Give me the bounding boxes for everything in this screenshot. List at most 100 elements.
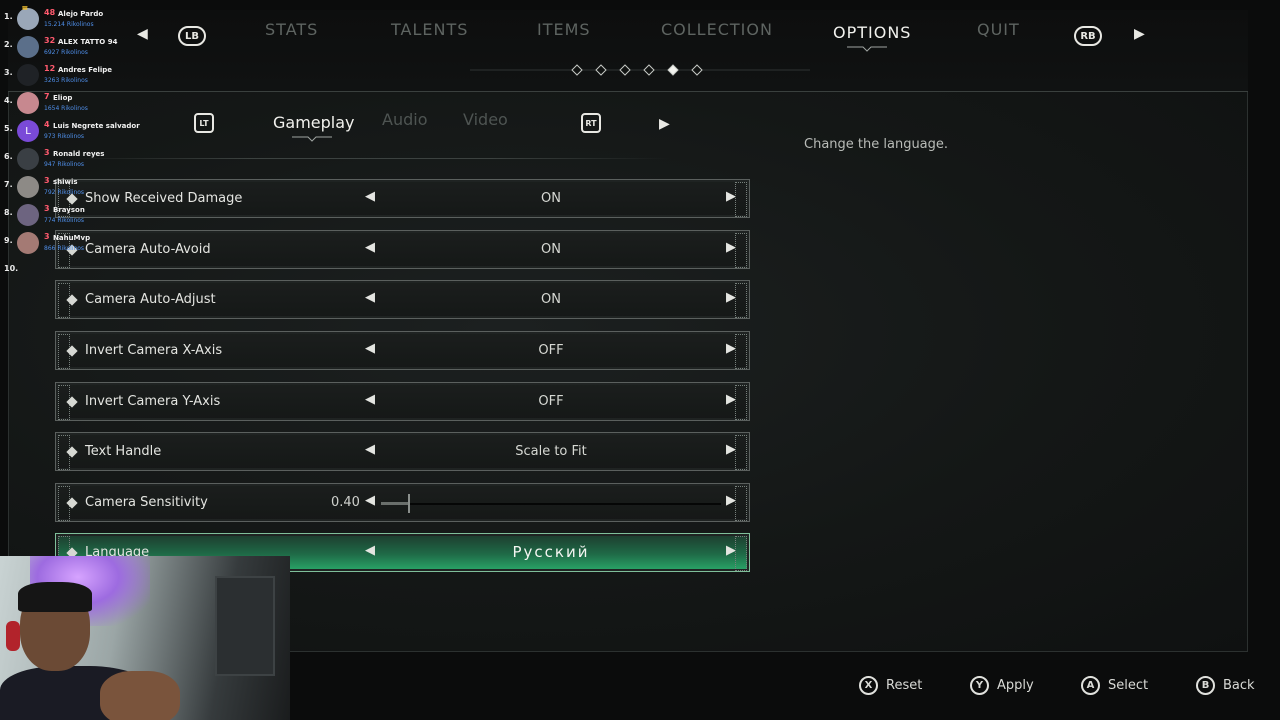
rb-button[interactable]: RB [1074, 26, 1102, 46]
apply-hint[interactable]: Y Apply [970, 676, 1034, 695]
page-dot [571, 64, 583, 76]
subnav-next-arrow-icon[interactable]: ▶ [659, 116, 670, 132]
decrease-arrow-icon[interactable]: ◀ [365, 290, 375, 305]
leaderboard-rank: 9. [4, 236, 13, 245]
hint-label: Apply [997, 678, 1034, 693]
slider-handle[interactable] [408, 494, 411, 513]
leaderboard-name: NahuMvp [53, 234, 91, 242]
setting-row-show-received-damage[interactable]: Show Received Damage ◀ ON ▶ [55, 179, 750, 218]
leaderboard-name: ALEX TATTO 94 [58, 38, 118, 46]
diamond-bullet-icon [66, 396, 78, 408]
leaderboard-row: 3. 12 Andres Felipe 3263 Rikolinos [0, 62, 140, 90]
lb-button[interactable]: LB [178, 26, 206, 46]
increase-arrow-icon[interactable]: ▶ [726, 493, 736, 508]
webcam-overlay [0, 556, 290, 720]
slider-value: 0.40 [331, 495, 360, 510]
slider-fill [381, 502, 409, 505]
decrease-arrow-icon[interactable]: ◀ [365, 392, 375, 407]
leaderboard-name: Eliop [53, 94, 73, 102]
increase-arrow-icon[interactable]: ▶ [726, 341, 736, 356]
reset-hint[interactable]: X Reset [859, 676, 922, 695]
leaderboard-points: 792 Rikolinos [44, 189, 85, 196]
leaderboard-points: 15.214 Rikolinos [44, 21, 94, 28]
leaderboard-rank: 8. [4, 208, 13, 217]
leaderboard-points: 6927 Rikolinos [44, 49, 88, 56]
setting-row-text-handle[interactable]: Text Handle ◀ Scale to Fit ▶ [55, 432, 750, 471]
decrease-arrow-icon[interactable]: ◀ [365, 189, 375, 204]
increase-arrow-icon[interactable]: ▶ [726, 442, 736, 457]
decrease-arrow-icon[interactable]: ◀ [365, 341, 375, 356]
setting-label: Camera Auto-Adjust [85, 292, 216, 307]
tab-talents[interactable]: TALENTS [391, 20, 468, 39]
leaderboard-row: 9. 3 NahuMvp 866 Rikolinos [0, 230, 140, 258]
subtab-audio[interactable]: Audio [382, 110, 427, 129]
back-hint[interactable]: B Back [1196, 676, 1255, 695]
sensitivity-slider[interactable] [381, 494, 721, 513]
active-subtab-underline [292, 136, 332, 142]
increase-arrow-icon[interactable]: ▶ [726, 240, 736, 255]
lt-button[interactable]: LT [194, 113, 214, 133]
leaderboard-points: 3263 Rikolinos [44, 77, 88, 84]
setting-label: Camera Sensitivity [85, 495, 208, 510]
setting-row-camera-sensitivity[interactable]: Camera Sensitivity 0.40 ◀ ▶ [55, 483, 750, 522]
leaderboard-score: 3 [44, 148, 50, 157]
leaderboard-name: Ronald reyes [53, 150, 105, 158]
tab-quit[interactable]: QUIT [977, 20, 1020, 39]
avatar [17, 92, 39, 114]
nav-next-arrow-icon[interactable]: ▶ [1134, 26, 1145, 42]
subtab-gameplay[interactable]: Gameplay [273, 113, 355, 132]
setting-value: Scale to Fit [515, 444, 587, 459]
decrease-arrow-icon[interactable]: ◀ [365, 442, 375, 457]
increase-arrow-icon[interactable]: ▶ [726, 392, 736, 407]
page-dot [595, 64, 607, 76]
page-indicator [470, 64, 810, 76]
webcam-person-arm [100, 671, 180, 720]
leaderboard-row: 1. ♛ 48 Alejo Pardo 15.214 Rikolinos [0, 6, 140, 34]
setting-row-camera-auto-avoid[interactable]: Camera Auto-Avoid ◀ ON ▶ [55, 230, 750, 269]
setting-value: Русский [512, 543, 590, 561]
leaderboard-rank: 3. [4, 68, 13, 77]
diamond-bullet-icon [66, 294, 78, 306]
active-tab-underline [847, 46, 887, 52]
subtab-video[interactable]: Video [463, 110, 508, 129]
leaderboard-rank: 2. [4, 40, 13, 49]
a-button-icon: A [1081, 676, 1100, 695]
leaderboard-row: 6. 3 Ronald reyes 947 Rikolinos [0, 146, 140, 174]
tab-stats[interactable]: STATS [265, 20, 318, 39]
leaderboard-score: 4 [44, 120, 50, 129]
leaderboard-row: 7. 3 shiwis 792 Rikolinos [0, 174, 140, 202]
leaderboard-score: 3 [44, 232, 50, 241]
setting-description: Change the language. [804, 137, 949, 152]
select-hint[interactable]: A Select [1081, 676, 1148, 695]
setting-row-invert-camera-x[interactable]: Invert Camera X-Axis ◀ OFF ▶ [55, 331, 750, 370]
avatar [17, 232, 39, 254]
increase-arrow-icon[interactable]: ▶ [726, 189, 736, 204]
x-button-icon: X [859, 676, 878, 695]
diamond-bullet-icon [66, 345, 78, 357]
top-nav-bar [8, 10, 1248, 92]
webcam-person-hair [18, 582, 92, 612]
leaderboard-rank: 7. [4, 180, 13, 189]
leaderboard-score: 3 [44, 176, 50, 185]
avatar [17, 36, 39, 58]
setting-row-invert-camera-y[interactable]: Invert Camera Y-Axis ◀ OFF ▶ [55, 382, 750, 421]
leaderboard-points: 866 Rikolinos [44, 245, 85, 252]
leaderboard-points: 774 Rikolinos [44, 217, 85, 224]
tab-options[interactable]: OPTIONS [833, 23, 911, 42]
leaderboard-row: 4. 7 Eliop 1654 Rikolinos [0, 90, 140, 118]
tab-items[interactable]: ITEMS [537, 20, 591, 39]
decrease-arrow-icon[interactable]: ◀ [365, 240, 375, 255]
stream-leaderboard: 1. ♛ 48 Alejo Pardo 15.214 Rikolinos 2. 32 ALEX… [0, 6, 140, 272]
setting-row-camera-auto-adjust[interactable]: Camera Auto-Adjust ◀ ON ▶ [55, 280, 750, 319]
increase-arrow-icon[interactable]: ▶ [726, 543, 736, 558]
decrease-arrow-icon[interactable]: ◀ [365, 493, 375, 508]
decrease-arrow-icon[interactable]: ◀ [365, 543, 375, 558]
increase-arrow-icon[interactable]: ▶ [726, 290, 736, 305]
tab-collection[interactable]: COLLECTION [661, 20, 773, 39]
setting-value: OFF [538, 394, 564, 409]
avatar [17, 204, 39, 226]
leaderboard-row: 10. [0, 258, 140, 272]
rt-button[interactable]: RT [581, 113, 601, 133]
avatar [17, 148, 39, 170]
subnav-divider [70, 158, 670, 159]
